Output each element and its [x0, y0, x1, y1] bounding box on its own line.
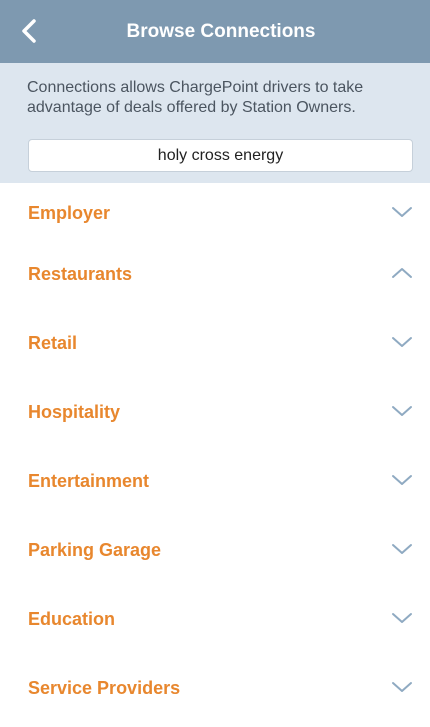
chevron-down-icon[interactable] — [391, 335, 413, 349]
page-title: Browse Connections — [126, 21, 316, 42]
chevron-down-icon[interactable] — [391, 542, 413, 556]
category-row-service-providers[interactable]: Service Providers — [0, 658, 430, 727]
category-row-retail[interactable]: Retail — [0, 313, 430, 382]
category-row-parking-garage[interactable]: Parking Garage — [0, 520, 430, 589]
search-input[interactable] — [28, 139, 413, 172]
category-row-entertainment[interactable]: Entertainment — [0, 451, 430, 520]
category-label: Retail — [28, 333, 78, 353]
chevron-down-icon[interactable] — [391, 611, 413, 625]
chevron-down-icon[interactable] — [391, 473, 413, 487]
category-label: Entertainment — [28, 471, 150, 491]
category-label: Hospitality — [28, 402, 121, 422]
info-panel: Connections allows ChargePoint drivers t… — [0, 63, 430, 183]
category-label: Restaurants — [28, 264, 133, 284]
chevron-up-icon[interactable] — [391, 266, 413, 280]
intro-description: Connections allows ChargePoint drivers t… — [27, 79, 364, 116]
chevron-down-icon[interactable] — [391, 404, 413, 418]
category-row-restaurants[interactable]: Restaurants — [0, 244, 430, 313]
category-row-employer[interactable]: Employer — [0, 183, 430, 244]
category-label: Employer — [28, 203, 111, 223]
category-label: Parking Garage — [28, 540, 162, 560]
chevron-down-icon[interactable] — [391, 680, 413, 694]
category-label: Education — [28, 609, 116, 629]
category-list: Employer Restaurants Retail Hospitality … — [0, 183, 430, 727]
category-row-education[interactable]: Education — [0, 589, 430, 658]
nav-bar: Browse Connections — [0, 0, 430, 63]
category-label: Service Providers — [28, 678, 181, 698]
chevron-down-icon[interactable] — [391, 205, 413, 219]
category-row-hospitality[interactable]: Hospitality — [0, 382, 430, 451]
